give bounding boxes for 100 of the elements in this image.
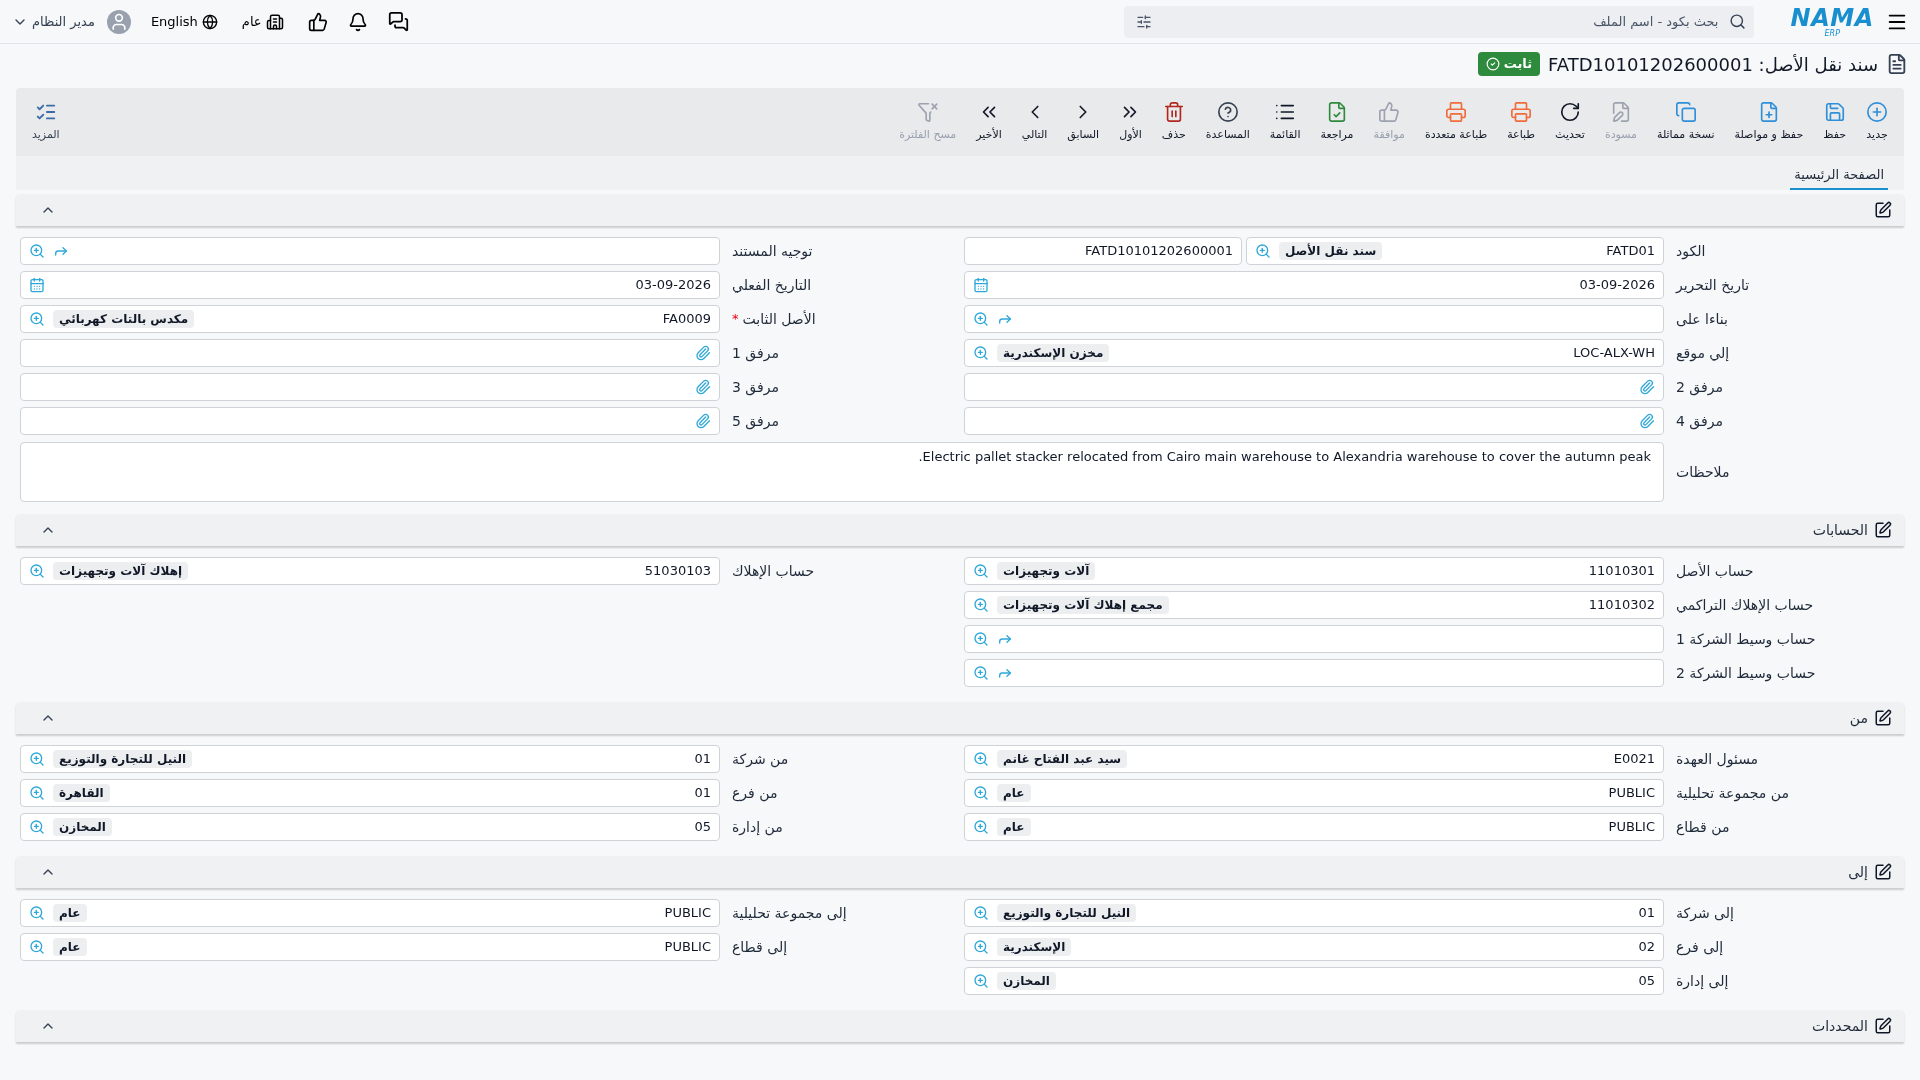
lookup-chip: القاهرة	[53, 784, 110, 802]
logo: NAMA ERP	[1790, 5, 1874, 38]
toolbar-button[interactable]: مراجعة	[1312, 96, 1362, 148]
field-label: إلى مجموعة تحليلية	[732, 903, 847, 924]
lookup-chip: عام	[53, 904, 87, 922]
search-icon[interactable]	[29, 311, 45, 327]
globe-icon	[201, 13, 218, 30]
field-label: إلى فرع	[1676, 937, 1724, 958]
toolbar-button[interactable]: السابق	[1059, 96, 1108, 148]
search-icon[interactable]	[1255, 243, 1271, 259]
search-icon[interactable]	[973, 973, 989, 989]
toolbar-button[interactable]: طباعة متعددة	[1416, 96, 1496, 148]
paperclip-icon[interactable]	[695, 413, 711, 429]
input-field[interactable]	[964, 305, 1664, 333]
lookup-chip: عام	[997, 818, 1031, 836]
attachment-field[interactable]	[964, 373, 1664, 401]
toolbar-button[interactable]: حفظ	[1815, 96, 1854, 148]
lookup-chip: عام	[997, 784, 1031, 802]
document-number-field[interactable]: FATD10101202600001	[964, 237, 1242, 265]
lookup-chip: النيل للتجارة والتوزيع	[997, 904, 1137, 922]
toolbar-button[interactable]: التالي	[1013, 96, 1056, 148]
input-field[interactable]	[964, 625, 1664, 653]
tab[interactable]: الصفحة الرئيسية	[1790, 164, 1888, 190]
search-icon[interactable]	[973, 939, 989, 955]
input-field[interactable]	[964, 659, 1664, 687]
paperclip-icon[interactable]	[695, 379, 711, 395]
input-field[interactable]	[20, 237, 720, 265]
toolbar-button[interactable]: تحديث	[1547, 96, 1593, 148]
avatar-icon	[106, 9, 131, 34]
date-field[interactable]: 03-09-2026	[964, 271, 1664, 299]
field-label: ملاحظات	[1676, 462, 1730, 482]
paperclip-icon[interactable]	[1639, 379, 1655, 395]
language-button[interactable]: English	[150, 11, 218, 32]
search-icon[interactable]	[973, 785, 989, 801]
search-icon[interactable]	[29, 939, 45, 955]
filter-icon[interactable]	[1136, 13, 1153, 30]
edit-icon[interactable]	[1874, 1017, 1892, 1035]
lookup-chip: مجمع إهلاك آلات وتجهيزات	[997, 596, 1169, 614]
field-label: الأصل الثابت	[742, 309, 816, 329]
chat-icon[interactable]	[387, 11, 409, 32]
attachment-field[interactable]	[20, 407, 720, 435]
thumbs-up-icon[interactable]	[307, 11, 328, 32]
lookup-chip: المخازن	[53, 818, 112, 836]
paperclip-icon[interactable]	[695, 345, 711, 361]
search-icon[interactable]	[973, 665, 989, 681]
toolbar-button[interactable]: حذف	[1153, 96, 1194, 148]
notes-field[interactable]: Electric pallet stacker relocated from Cairo main warehouse to Alexandria warehouse to cover the autumn peak.	[20, 442, 1664, 502]
field-label: إلي موقع	[1676, 343, 1730, 364]
calendar-icon[interactable]	[29, 277, 45, 293]
toolbar-button[interactable]: القائمة	[1261, 96, 1309, 148]
toolbar-button[interactable]: المساعدة	[1197, 96, 1258, 148]
edit-icon[interactable]	[1874, 201, 1892, 219]
search-icon[interactable]	[29, 905, 45, 921]
search-icon[interactable]	[29, 785, 45, 801]
section-header[interactable]: المحددات	[16, 1010, 1904, 1042]
section-header[interactable]: من	[16, 702, 1904, 734]
field-label: من شركة	[732, 749, 789, 770]
lookup-chip: المخازن	[997, 972, 1056, 990]
field-label: من مجموعة تحليلية	[1676, 783, 1789, 804]
search-icon[interactable]	[973, 345, 989, 361]
search-icon[interactable]	[29, 819, 45, 835]
toolbar-button[interactable]: الأخير	[968, 96, 1010, 148]
section-title: الحسابات	[1812, 520, 1868, 540]
date-field[interactable]: 03-09-2026	[20, 271, 720, 299]
attachment-field[interactable]	[20, 339, 720, 367]
calendar-icon[interactable]	[973, 277, 989, 293]
lookup-chip: سيد عبد الفتاح غانم	[997, 750, 1128, 768]
toolbar-button[interactable]: جديد	[1858, 96, 1896, 148]
paperclip-icon[interactable]	[1639, 413, 1655, 429]
lookup-chip: مكدس بالتات كهربائي	[53, 310, 195, 328]
search-icon[interactable]	[973, 311, 989, 327]
search-icon[interactable]	[973, 819, 989, 835]
search-field[interactable]: بحث بكود - اسم الملف	[1124, 5, 1755, 38]
search-icon[interactable]	[973, 905, 989, 921]
lookup-chip: آلات وتجهيزات	[997, 562, 1096, 580]
attachment-field[interactable]	[964, 407, 1664, 435]
search-icon[interactable]	[29, 563, 45, 579]
search-icon[interactable]	[973, 563, 989, 579]
edit-icon[interactable]	[1874, 709, 1892, 727]
section-header[interactable]: إلى	[16, 856, 1904, 888]
toolbar-button[interactable]: الأول	[1111, 96, 1150, 148]
search-icon[interactable]	[973, 597, 989, 613]
search-icon[interactable]	[29, 751, 45, 767]
bell-icon[interactable]	[347, 11, 368, 32]
more-button[interactable]: المزيد	[24, 100, 68, 144]
edit-icon[interactable]	[1874, 521, 1892, 539]
section-header[interactable]: الحسابات	[16, 514, 1904, 546]
field-label: من إدارة	[732, 817, 783, 838]
attachment-field[interactable]	[20, 373, 720, 401]
search-icon[interactable]	[973, 631, 989, 647]
user-menu[interactable]: مدير النظام	[12, 11, 95, 32]
toolbar-button[interactable]: نسخة مماثلة	[1649, 96, 1723, 148]
toolbar-button[interactable]: حفظ و مواصلة	[1726, 96, 1812, 148]
field-label: إلى إدارة	[1676, 971, 1729, 992]
toolbar-button[interactable]: طباعة	[1499, 96, 1544, 148]
workspace-button[interactable]: عام	[241, 11, 284, 32]
field-label: التاريخ الفعلي	[732, 275, 812, 296]
edit-icon[interactable]	[1874, 863, 1892, 881]
search-icon[interactable]	[29, 243, 45, 259]
search-icon[interactable]	[973, 751, 989, 767]
